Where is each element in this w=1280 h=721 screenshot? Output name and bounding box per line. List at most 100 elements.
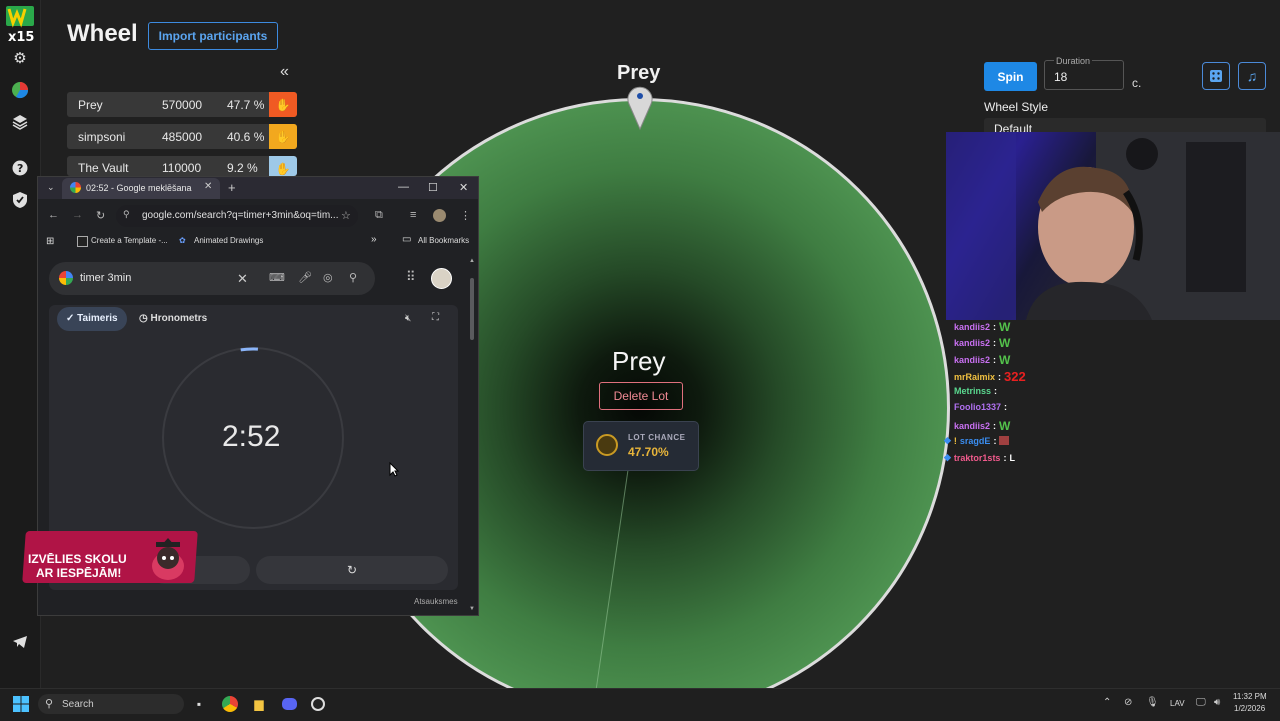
obs-icon[interactable]: [308, 694, 328, 714]
chrome-icon[interactable]: [220, 694, 240, 714]
taskbar-search[interactable]: [38, 694, 184, 714]
bookmark-link[interactable]: Animated Drawings: [194, 236, 263, 245]
lot-amount: 110000: [162, 161, 202, 175]
lot-chance-value: 47.70%: [628, 445, 669, 459]
network-icon[interactable]: ⊘: [1124, 697, 1132, 708]
lot-percent: 9.2 %: [227, 161, 258, 175]
coin-icon: [596, 434, 618, 456]
search-icon[interactable]: ⚲: [349, 271, 357, 284]
hammer-icon[interactable]: ✋: [269, 124, 297, 149]
clock-time[interactable]: 11:32 PM: [1233, 692, 1267, 701]
chat-user: kandiis2: [954, 421, 991, 431]
google-apps-icon[interactable]: ⠿: [406, 269, 416, 285]
tab-stopwatch[interactable]: ◷ Hronometrs: [139, 313, 207, 324]
forward-icon[interactable]: →: [72, 209, 83, 221]
windows-start-icon[interactable]: [13, 696, 29, 717]
mic-icon[interactable]: 🎤︎: [298, 271, 312, 284]
telegram-icon[interactable]: [8, 630, 32, 654]
task-view-icon[interactable]: ▪: [189, 694, 209, 714]
more-bookmarks-icon[interactable]: »: [371, 234, 377, 245]
site-info-icon[interactable]: ⚲: [123, 209, 130, 220]
bookmark-link[interactable]: Create a Template -...: [91, 236, 168, 245]
chat-user: traktor1sts: [953, 452, 1001, 463]
tab-title: 02:52 - Google meklēšana: [86, 183, 192, 193]
input-language[interactable]: LAV: [1170, 699, 1185, 708]
lot-row[interactable]: simpsoni 485000 40.6 % ✋: [67, 124, 297, 149]
fullscreen-icon[interactable]: ⛶: [432, 312, 439, 323]
chat-user: Metrinss: [954, 386, 992, 396]
bookmark-favicon-icon: [77, 236, 88, 247]
wheel-icon[interactable]: [8, 78, 32, 102]
delete-lot-button[interactable]: Delete Lot: [599, 382, 683, 410]
chat-message: kandiis2: W: [954, 353, 1011, 367]
search-query[interactable]: timer 3min: [80, 272, 131, 284]
mute-icon[interactable]: 🔇︎: [405, 313, 411, 324]
lot-row[interactable]: Prey 570000 47.7 % ✋: [67, 92, 297, 117]
minimize-icon[interactable]: —: [398, 181, 409, 193]
help-icon[interactable]: ?: [8, 156, 32, 180]
music-icon[interactable]: ♫: [1238, 62, 1266, 90]
lot-row[interactable]: The Vault 110000 9.2 % ✋: [67, 156, 297, 176]
mic-icon[interactable]: 🎙︎: [1146, 697, 1159, 708]
all-bookmarks-link[interactable]: All Bookmarks: [418, 236, 469, 245]
tab-timer-label: ✓ Taimeris: [66, 313, 118, 324]
google-account-avatar[interactable]: [431, 268, 452, 289]
chat-user: mrRaimix: [954, 371, 996, 382]
lot-name: Prey: [78, 97, 103, 112]
apps-icon[interactable]: ⊞: [46, 236, 54, 247]
chat-user: Foolio1337: [954, 402, 1002, 412]
lot-percent: 40.6 %: [227, 129, 265, 144]
scrollbar[interactable]: ▲ ▼: [468, 258, 476, 612]
chat-user: sragdE: [959, 435, 991, 446]
reset-icon[interactable]: ↻: [256, 556, 448, 584]
profile-avatar[interactable]: [433, 209, 446, 222]
hammer-icon[interactable]: ✋: [269, 156, 297, 176]
chat-user: kandiis2: [954, 355, 991, 365]
timer-display: 2:52: [222, 420, 281, 453]
chat-message: kandiis2: W: [954, 320, 1011, 334]
chat-text: W: [999, 320, 1011, 334]
import-participants-button[interactable]: Import participants: [148, 22, 278, 50]
hammer-icon[interactable]: ✋: [269, 92, 297, 117]
chat-message: kandiis2: W: [954, 336, 1011, 350]
dice-icon[interactable]: [1202, 62, 1230, 90]
google-logo-icon: [59, 271, 73, 285]
keyboard-icon[interactable]: ⌨: [269, 271, 285, 284]
clock-date[interactable]: 1/2/2026: [1234, 704, 1265, 713]
new-tab-icon[interactable]: +: [228, 180, 236, 195]
wheel-winner-label: Prey: [617, 62, 661, 84]
maximize-icon[interactable]: ☐: [428, 181, 438, 194]
chat-text: L: [1009, 452, 1015, 463]
layers-icon[interactable]: [8, 110, 32, 134]
feedback-link[interactable]: Atsauksmes: [414, 597, 458, 606]
volume-icon[interactable]: 🔊︎: [1214, 697, 1220, 708]
collapse-panel-icon[interactable]: «: [280, 63, 289, 81]
tab-list-icon[interactable]: ⌄: [47, 182, 55, 193]
lens-icon[interactable]: ◎: [323, 271, 333, 284]
extensions-icon[interactable]: ⧉: [375, 209, 383, 222]
spin-button[interactable]: Spin: [984, 62, 1037, 91]
close-window-icon[interactable]: ✕: [459, 181, 468, 194]
taskbar-search-placeholder: Search: [62, 699, 94, 710]
shield-icon[interactable]: [8, 188, 32, 212]
star-icon[interactable]: ☆: [341, 209, 351, 222]
reload-icon[interactable]: ↻: [96, 209, 105, 222]
display-icon[interactable]: 🖵︎: [1196, 697, 1206, 708]
discord-icon[interactable]: [279, 694, 299, 714]
tab-close-icon[interactable]: ✕: [204, 181, 212, 192]
app-logo[interactable]: x15: [4, 4, 36, 45]
lot-name: The Vault: [78, 161, 129, 175]
chat-text: W: [999, 353, 1011, 367]
duration-value[interactable]: 18: [1054, 70, 1067, 84]
url-text[interactable]: google.com/search?q=timer+3min&oq=tim...: [142, 210, 339, 221]
chevron-up-icon[interactable]: ⌃: [1103, 697, 1111, 708]
menu-icon[interactable]: ⋮: [460, 209, 471, 222]
clear-search-icon[interactable]: ✕: [237, 271, 248, 287]
back-icon[interactable]: ←: [48, 209, 59, 221]
lot-name: simpsoni: [78, 129, 126, 144]
wheel-style-label: Wheel Style: [984, 100, 1049, 114]
gear-icon[interactable]: ⚙: [8, 46, 32, 70]
folder-icon: ▭: [402, 234, 412, 245]
media-icon[interactable]: ≡: [410, 209, 416, 221]
file-explorer-icon[interactable]: ▆: [249, 694, 269, 714]
